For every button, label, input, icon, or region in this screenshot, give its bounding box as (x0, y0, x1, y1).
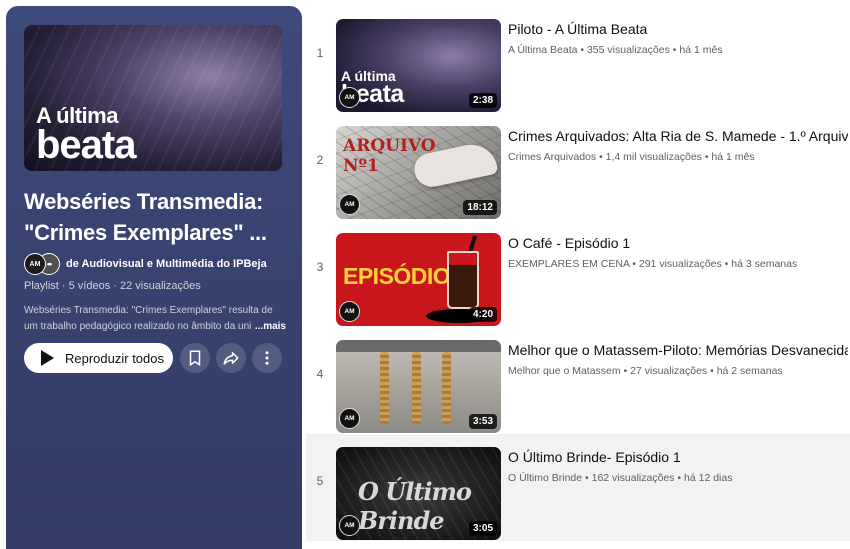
channel-watermark-logo: AM (339, 194, 360, 215)
playlist-video-row[interactable]: 1 A última beata AM 2:38 Piloto - A Últi… (306, 6, 850, 113)
thumb-text-line2: Nº1 (343, 156, 379, 176)
playlist-title: Webséries Transmedia: "Crimes Exemplares… (24, 189, 267, 245)
video-index: 2 (316, 153, 324, 167)
thumbnail-beam-art (336, 340, 501, 352)
video-meta: O Último Brinde • 162 visualizações • há… (508, 472, 733, 484)
description-more-link[interactable]: ...mais (251, 319, 286, 335)
video-index: 5 (316, 474, 324, 488)
channel-watermark-logo: AM (339, 408, 360, 429)
video-title-link[interactable]: O Café - Episódio 1 (508, 234, 848, 252)
cover-title-line2: beata (36, 123, 136, 167)
video-duration: 2:38 (468, 93, 497, 108)
playlist-video-row[interactable]: 3 EPISÓDIO 1 AM 4:20 O Café - Episódio 1… (306, 220, 850, 327)
owner-name-link[interactable]: de Audiovisual e Multimédia do IPBeja (66, 258, 267, 270)
playlist-video-row[interactable]: 2 ARQUIVO Nº1 AM 18:12 Crimes Arquivados… (306, 113, 850, 220)
bookmark-icon (189, 350, 201, 367)
video-title-link[interactable]: Crimes Arquivados: Alta Ria de S. Mamede… (508, 127, 848, 145)
channel-avatar[interactable]: AM (24, 253, 46, 275)
video-meta: EXEMPLARES EM CENA • 291 visualizações •… (508, 258, 798, 270)
more-vert-icon (265, 351, 269, 365)
description-text: Webséries Transmedia: "Crimes Exemplares… (24, 305, 273, 332)
video-meta: Melhor que o Matassem • 27 visualizações… (508, 365, 783, 377)
video-meta: Crimes Arquivados • 1,4 mil visualizaçõe… (508, 151, 755, 163)
video-title-link[interactable]: Melhor que o Matassem-Piloto: Memórias D… (508, 341, 848, 359)
video-duration: 4:20 (468, 307, 497, 322)
video-thumbnail[interactable]: ARQUIVO Nº1 AM 18:12 (336, 126, 501, 219)
playlist-meta: Playlist · 5 vídeos · 22 visualizações (24, 280, 201, 292)
play-all-button[interactable]: Reproduzir todos (24, 343, 173, 373)
playlist-owner[interactable]: AM •• de Audiovisual e Multimédia do IPB… (24, 252, 267, 276)
thumbnail-rope-art (442, 352, 451, 424)
playlist-description[interactable]: Webséries Transmedia: "Crimes Exemplares… (24, 303, 286, 335)
thumbnail-title-art: ARQUIVO Nº1 (343, 136, 436, 176)
playlist-cover-thumbnail[interactable]: A última beata (24, 25, 282, 171)
playlist-video-row[interactable]: 4 AM 3:53 Melhor que o Matassem-Piloto: … (306, 327, 850, 434)
channel-watermark-logo: AM (339, 301, 360, 322)
thumb-text-line1: ARQUIVO (343, 136, 436, 156)
channel-watermark-logo: AM (339, 87, 360, 108)
cover-title-text: A última beata (36, 105, 136, 167)
video-thumbnail[interactable]: EPISÓDIO 1 AM 4:20 (336, 233, 501, 326)
play-icon (41, 350, 54, 366)
thumbnail-rope-art (380, 352, 389, 424)
channel-watermark-logo: AM (339, 515, 360, 536)
video-thumbnail[interactable]: AM 3:53 (336, 340, 501, 433)
video-thumbnail[interactable]: A última beata AM 2:38 (336, 19, 501, 112)
video-duration: 18:12 (463, 200, 497, 215)
video-title-link[interactable]: O Último Brinde- Episódio 1 (508, 448, 848, 466)
video-duration: 3:05 (468, 521, 497, 536)
video-index: 4 (316, 367, 324, 381)
thumbnail-rope-art (412, 352, 421, 424)
video-index: 3 (316, 260, 324, 274)
playlist-video-row-active[interactable]: 5 O Último Brinde AM 3:05 O Último Brind… (306, 434, 850, 541)
save-playlist-button[interactable] (180, 343, 210, 373)
video-thumbnail[interactable]: O Último Brinde AM 3:05 (336, 447, 501, 540)
share-icon (223, 352, 239, 365)
share-button[interactable] (216, 343, 246, 373)
playlist-header-panel: A última beata Webséries Transmedia: "Cr… (6, 6, 302, 549)
video-meta: A Última Beata • 355 visualizações • há … (508, 44, 723, 56)
more-actions-button[interactable] (252, 343, 282, 373)
thumbnail-glass-art (447, 251, 479, 309)
owner-avatars[interactable]: AM •• (24, 253, 64, 275)
play-all-label: Reproduzir todos (65, 350, 164, 366)
video-index: 1 (316, 46, 324, 60)
video-duration: 3:53 (468, 414, 497, 429)
video-title-link[interactable]: Piloto - A Última Beata (508, 20, 848, 38)
